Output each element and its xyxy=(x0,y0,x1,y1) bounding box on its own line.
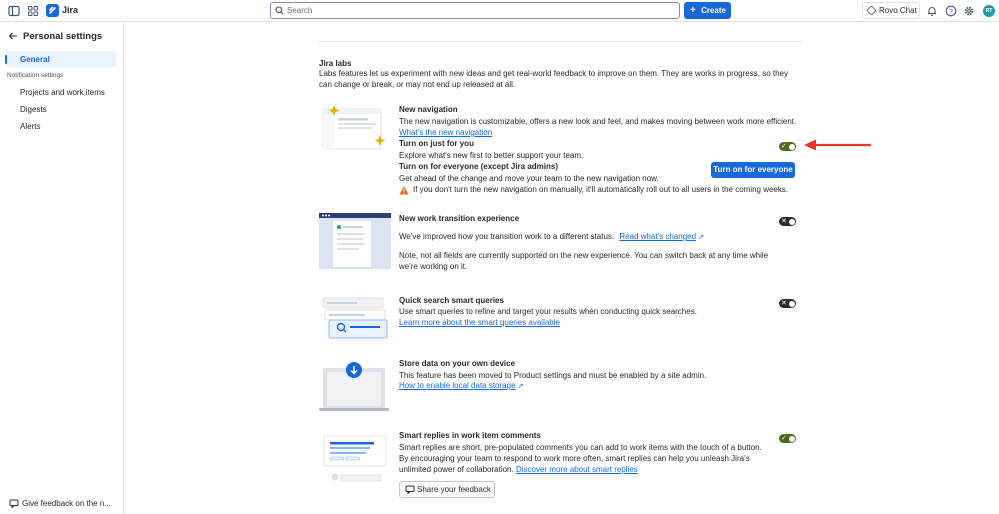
smart-replies-illustration xyxy=(323,435,387,482)
settings-gear-icon[interactable] xyxy=(963,5,975,17)
sidebar-item-general[interactable]: General xyxy=(5,51,116,67)
top-navigation-bar: Jira Search + Create Rovo Chat ? RT xyxy=(0,0,999,22)
smart-replies-title: Smart replies in work item comments xyxy=(399,431,541,440)
toggle-knob xyxy=(788,143,795,150)
share-feedback-button[interactable]: Share your feedback xyxy=(399,481,495,498)
svg-text:?: ? xyxy=(949,8,953,15)
toggle-knob xyxy=(788,300,795,307)
check-icon: ✓ xyxy=(781,143,787,150)
local-storage-illustration xyxy=(319,362,389,411)
new-navigation-toggle[interactable]: ✓ xyxy=(779,142,796,151)
just-for-you-title: Turn on just for you xyxy=(399,139,474,148)
warning-text: If you don't turn the new navigation on … xyxy=(413,185,789,194)
for-everyone-title: Turn on for everyone (except Jira admins… xyxy=(399,162,559,171)
x-icon: ✕ xyxy=(781,218,787,225)
external-link-icon: ↗ xyxy=(698,234,705,241)
smart-queries-title: Quick search smart queries xyxy=(399,296,504,305)
new-navigation-title: New navigation xyxy=(399,105,458,114)
new-navigation-description: The new navigation is customizable, offe… xyxy=(399,117,797,126)
give-feedback-label: Give feedback on the n... xyxy=(22,499,111,508)
smart-queries-description: Use smart queries to refine and target y… xyxy=(399,307,697,316)
rovo-chat-label: Rovo Chat xyxy=(879,6,917,15)
smart-queries-toggle[interactable]: ✕ xyxy=(779,299,796,308)
work-transition-description: We've improved how you transition work t… xyxy=(399,232,704,241)
enable-local-storage-link[interactable]: How to enable local data storage xyxy=(399,381,516,390)
active-indicator xyxy=(5,55,7,64)
work-transition-toggle[interactable]: ✕ xyxy=(779,217,796,226)
discover-smart-replies-link[interactable]: Discover more about smart replies xyxy=(516,465,638,474)
smart-queries-learn-more-link[interactable]: Learn more about the smart queries avail… xyxy=(399,318,560,327)
notifications-bell-icon[interactable] xyxy=(926,5,938,17)
help-icon[interactable]: ? xyxy=(945,5,957,17)
search-icon xyxy=(275,6,284,15)
rovo-icon xyxy=(866,5,877,16)
app-name[interactable]: Jira xyxy=(62,5,78,15)
x-icon: ✕ xyxy=(781,300,787,307)
for-everyone-description: Get ahead of the change and move your te… xyxy=(399,174,659,183)
settings-sidebar: Personal settings General Notification s… xyxy=(0,22,124,514)
sidebar-section-label: Notification settings xyxy=(7,72,64,79)
local-storage-link-row: How to enable local data storage ↗ xyxy=(399,381,524,390)
local-storage-title: Store data on your own device xyxy=(399,359,516,368)
user-avatar[interactable]: RT xyxy=(983,5,995,17)
sidebar-item-label: General xyxy=(20,55,50,64)
feedback-icon xyxy=(405,485,415,494)
create-button[interactable]: + Create xyxy=(684,2,731,19)
feedback-icon xyxy=(9,499,19,508)
external-link-icon: ↗ xyxy=(517,383,524,390)
check-icon: ✓ xyxy=(781,435,787,442)
create-button-label: Create xyxy=(701,6,726,15)
smart-queries-illustration xyxy=(322,297,388,339)
search-placeholder: Search xyxy=(287,6,313,15)
read-whats-changed-link[interactable]: Read what's changed xyxy=(619,232,696,241)
warning-icon xyxy=(399,186,409,195)
sidebar-item-alerts[interactable]: Alerts xyxy=(20,122,40,131)
back-arrow-icon[interactable] xyxy=(8,32,18,40)
red-annotation-arrow-icon xyxy=(804,139,871,151)
page-title: Jira labs xyxy=(319,59,352,68)
plus-icon: + xyxy=(690,5,696,16)
sidebar-item-digests[interactable]: Digests xyxy=(20,105,47,114)
page-description: Labs features let us experiment with new… xyxy=(319,69,788,89)
work-transition-illustration xyxy=(319,213,391,269)
smart-replies-description: Smart replies are short, pre-populated c… xyxy=(399,442,769,475)
rovo-chat-button[interactable]: Rovo Chat xyxy=(862,2,920,19)
sidebar-toggle-icon[interactable] xyxy=(8,5,20,17)
local-storage-description: This feature has been moved to Product s… xyxy=(399,371,707,380)
toggle-knob xyxy=(788,218,795,225)
app-switcher-icon[interactable] xyxy=(27,5,39,17)
jira-logo-icon[interactable] xyxy=(46,4,59,17)
toggle-knob xyxy=(788,435,795,442)
sidebar-item-projects-and-work-items[interactable]: Projects and work items xyxy=(20,88,105,97)
work-transition-title: New work transition experience xyxy=(399,214,520,223)
new-navigation-illustration xyxy=(322,105,386,150)
work-transition-desc-text: We've improved how you transition work t… xyxy=(399,232,615,241)
smart-replies-toggle[interactable]: ✓ xyxy=(779,434,796,443)
share-feedback-label: Share your feedback xyxy=(417,485,491,494)
search-input[interactable]: Search xyxy=(270,2,680,19)
work-transition-note: Note, not all fields are currently suppo… xyxy=(399,251,769,271)
turn-on-for-everyone-button[interactable]: Turn on for everyone xyxy=(711,162,795,178)
whats-new-navigation-link[interactable]: What's the new navigation xyxy=(399,128,492,137)
just-for-you-description: Explore what's new first to better suppo… xyxy=(399,151,584,160)
section-divider xyxy=(319,41,802,42)
sidebar-title: Personal settings xyxy=(23,31,103,42)
